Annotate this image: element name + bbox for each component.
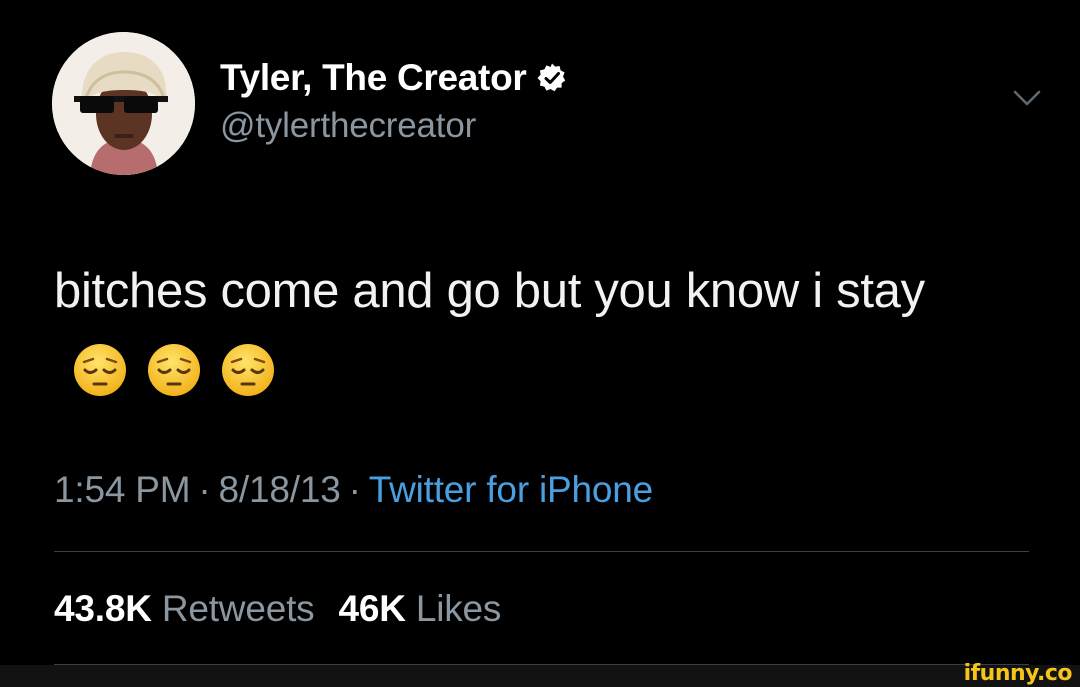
pensive-face-icon [148,344,200,397]
name-row: Tyler, The Creator [220,56,568,100]
retweets-label: Retweets [161,588,315,629]
tweet-meta: 1:54 PM · 8/18/13 · Twitter for iPhone [54,469,653,511]
watermark-bar [0,665,1080,687]
chevron-down-icon[interactable] [1012,88,1042,108]
author-block: Tyler, The Creator @tylerthecreator [220,56,568,146]
meta-separator: · [198,469,211,510]
retweets-count: 43.8K [54,588,152,629]
retweets-stat[interactable]: 43.8K Retweets [54,588,315,629]
tweet-source-link[interactable]: Twitter for iPhone [369,469,654,510]
tweet-card: Tyler, The Creator @tylerthecreator bitc… [0,0,1080,687]
divider [54,551,1029,552]
pensive-face-icon [222,344,274,397]
avatar-photo-icon [52,32,195,175]
tweet-time[interactable]: 1:54 PM [54,469,191,510]
tweet-text-block: bitches come and go but you know i stay [54,250,1014,414]
emoji-row [72,342,276,398]
pensive-face-icon [74,344,126,397]
likes-count: 46K [338,588,406,629]
display-name[interactable]: Tyler, The Creator [220,57,527,99]
meta-separator: · [348,469,361,510]
watermark-logo: ifunny.co [963,661,1073,686]
verified-badge-icon [536,62,568,94]
handle[interactable]: @tylerthecreator [220,106,568,146]
likes-label: Likes [415,588,502,629]
avatar[interactable] [52,32,195,175]
tweet-stats: 43.8K Retweets 46K Likes [54,588,501,630]
tweet-text: bitches come and go but you know i stay [54,264,925,318]
likes-stat[interactable]: 46K Likes [338,588,501,629]
tweet-date[interactable]: 8/18/13 [219,469,341,510]
